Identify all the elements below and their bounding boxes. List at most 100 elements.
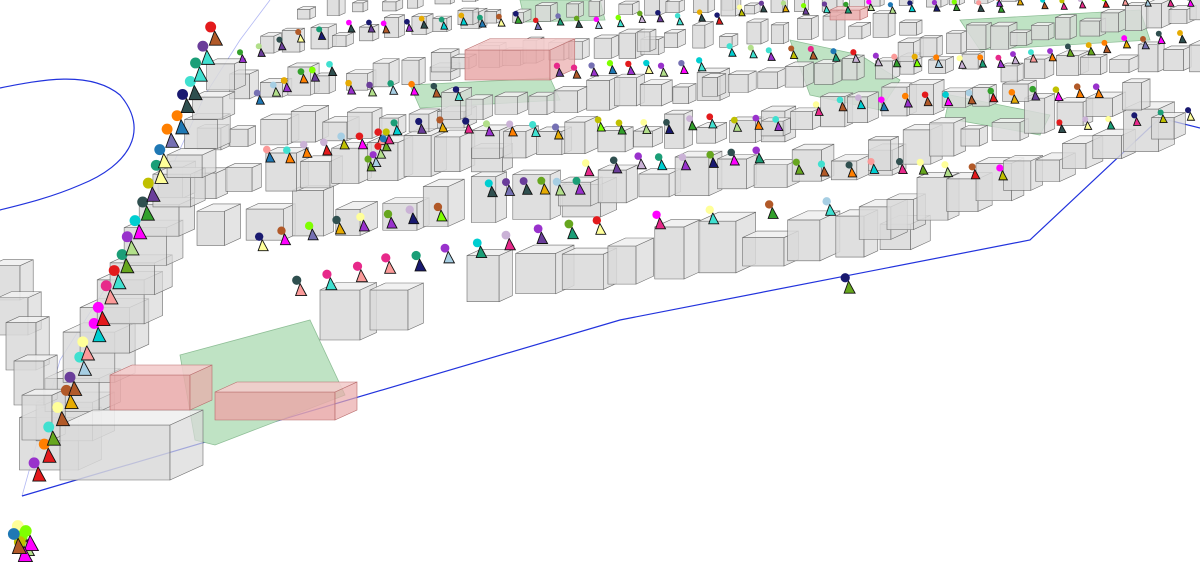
building-front <box>1146 3 1162 29</box>
building-front <box>858 206 892 240</box>
agent-marker <box>625 60 636 75</box>
building-side <box>1157 41 1165 73</box>
building-side <box>887 9 896 38</box>
agent-ball <box>996 164 1004 172</box>
building-front <box>618 3 633 15</box>
building-front <box>909 83 934 115</box>
agent-ball <box>941 161 949 169</box>
building-front <box>916 177 949 221</box>
agent-cone <box>728 47 737 57</box>
building <box>636 28 657 52</box>
agent-ball <box>77 336 89 348</box>
agent-cone <box>843 280 856 294</box>
agent-ball <box>1052 86 1060 93</box>
agent-ball <box>625 60 632 68</box>
agent-ball <box>297 68 305 76</box>
agent-ball <box>555 13 561 19</box>
building <box>465 94 494 121</box>
building <box>297 6 316 20</box>
agent-ball <box>64 371 76 383</box>
agent-ball <box>533 17 539 24</box>
building-front <box>59 424 171 481</box>
building <box>214 381 358 421</box>
building <box>672 83 697 105</box>
building-front <box>1163 49 1184 71</box>
building <box>1055 14 1077 40</box>
building <box>1009 29 1033 46</box>
building-front <box>1189 44 1200 73</box>
building-front <box>597 169 627 204</box>
agent-ball <box>438 16 445 23</box>
building-side <box>1100 53 1108 76</box>
building-side <box>1069 14 1077 40</box>
agent-ball <box>415 117 423 125</box>
building-side <box>1141 78 1151 111</box>
building-side <box>658 36 665 56</box>
agent-ball <box>1073 83 1081 90</box>
agent-cone <box>1054 90 1064 102</box>
building <box>664 28 686 49</box>
agent-ball <box>366 81 373 89</box>
building-side <box>447 178 465 227</box>
building-side <box>678 0 685 14</box>
building-front <box>868 139 892 171</box>
agent-cone <box>165 131 180 148</box>
building-side <box>475 0 480 2</box>
agent-ball <box>696 57 703 64</box>
building-front <box>787 219 821 262</box>
building-front <box>636 31 651 52</box>
building-front <box>1001 0 1017 2</box>
agent-cone <box>208 29 224 46</box>
agent-ball <box>606 60 614 67</box>
agent-cone <box>584 164 595 177</box>
building-front <box>720 0 736 17</box>
agent-ball <box>907 0 913 6</box>
agent-ball <box>129 215 141 227</box>
city-scene <box>0 0 1200 563</box>
agent-ball <box>1029 85 1036 93</box>
agent-cone <box>1121 0 1130 6</box>
agent-marker <box>440 243 456 264</box>
building-front <box>639 84 662 107</box>
agent-ball <box>752 114 760 122</box>
building-front <box>674 156 710 196</box>
agent-ball <box>512 10 519 17</box>
agent-ball <box>154 144 166 156</box>
agent-cone <box>644 64 654 74</box>
building <box>434 129 476 173</box>
building <box>1151 112 1186 140</box>
building-front <box>744 5 755 15</box>
building <box>899 19 923 36</box>
3d-city-viewport[interactable] <box>0 0 1200 576</box>
agent-ball <box>1101 39 1108 46</box>
building <box>1137 41 1165 73</box>
agent-cone <box>347 23 356 33</box>
building <box>535 2 558 22</box>
agent-ball <box>736 4 743 10</box>
agent-ball <box>843 1 849 7</box>
agent-ball <box>7 528 20 540</box>
building-front <box>990 25 1010 50</box>
building <box>929 117 966 157</box>
agent-ball <box>1131 112 1138 119</box>
building-front <box>1080 56 1101 75</box>
building <box>701 73 727 97</box>
agent-ball <box>855 94 862 101</box>
building-front <box>692 24 706 49</box>
building <box>1122 78 1151 111</box>
building-front <box>461 0 476 2</box>
agent-cone <box>825 203 837 216</box>
building <box>326 0 346 17</box>
building-front <box>848 25 863 40</box>
agent-cone <box>997 58 1006 68</box>
building-front <box>1079 20 1100 37</box>
building <box>319 282 377 341</box>
building-side <box>960 30 967 55</box>
agent-ball <box>678 153 687 162</box>
building-front <box>1100 12 1119 33</box>
agent-ball <box>458 12 465 19</box>
agent-cone <box>595 222 607 235</box>
agent-ball <box>921 91 929 99</box>
agent-ball <box>100 280 112 292</box>
building <box>848 21 871 40</box>
